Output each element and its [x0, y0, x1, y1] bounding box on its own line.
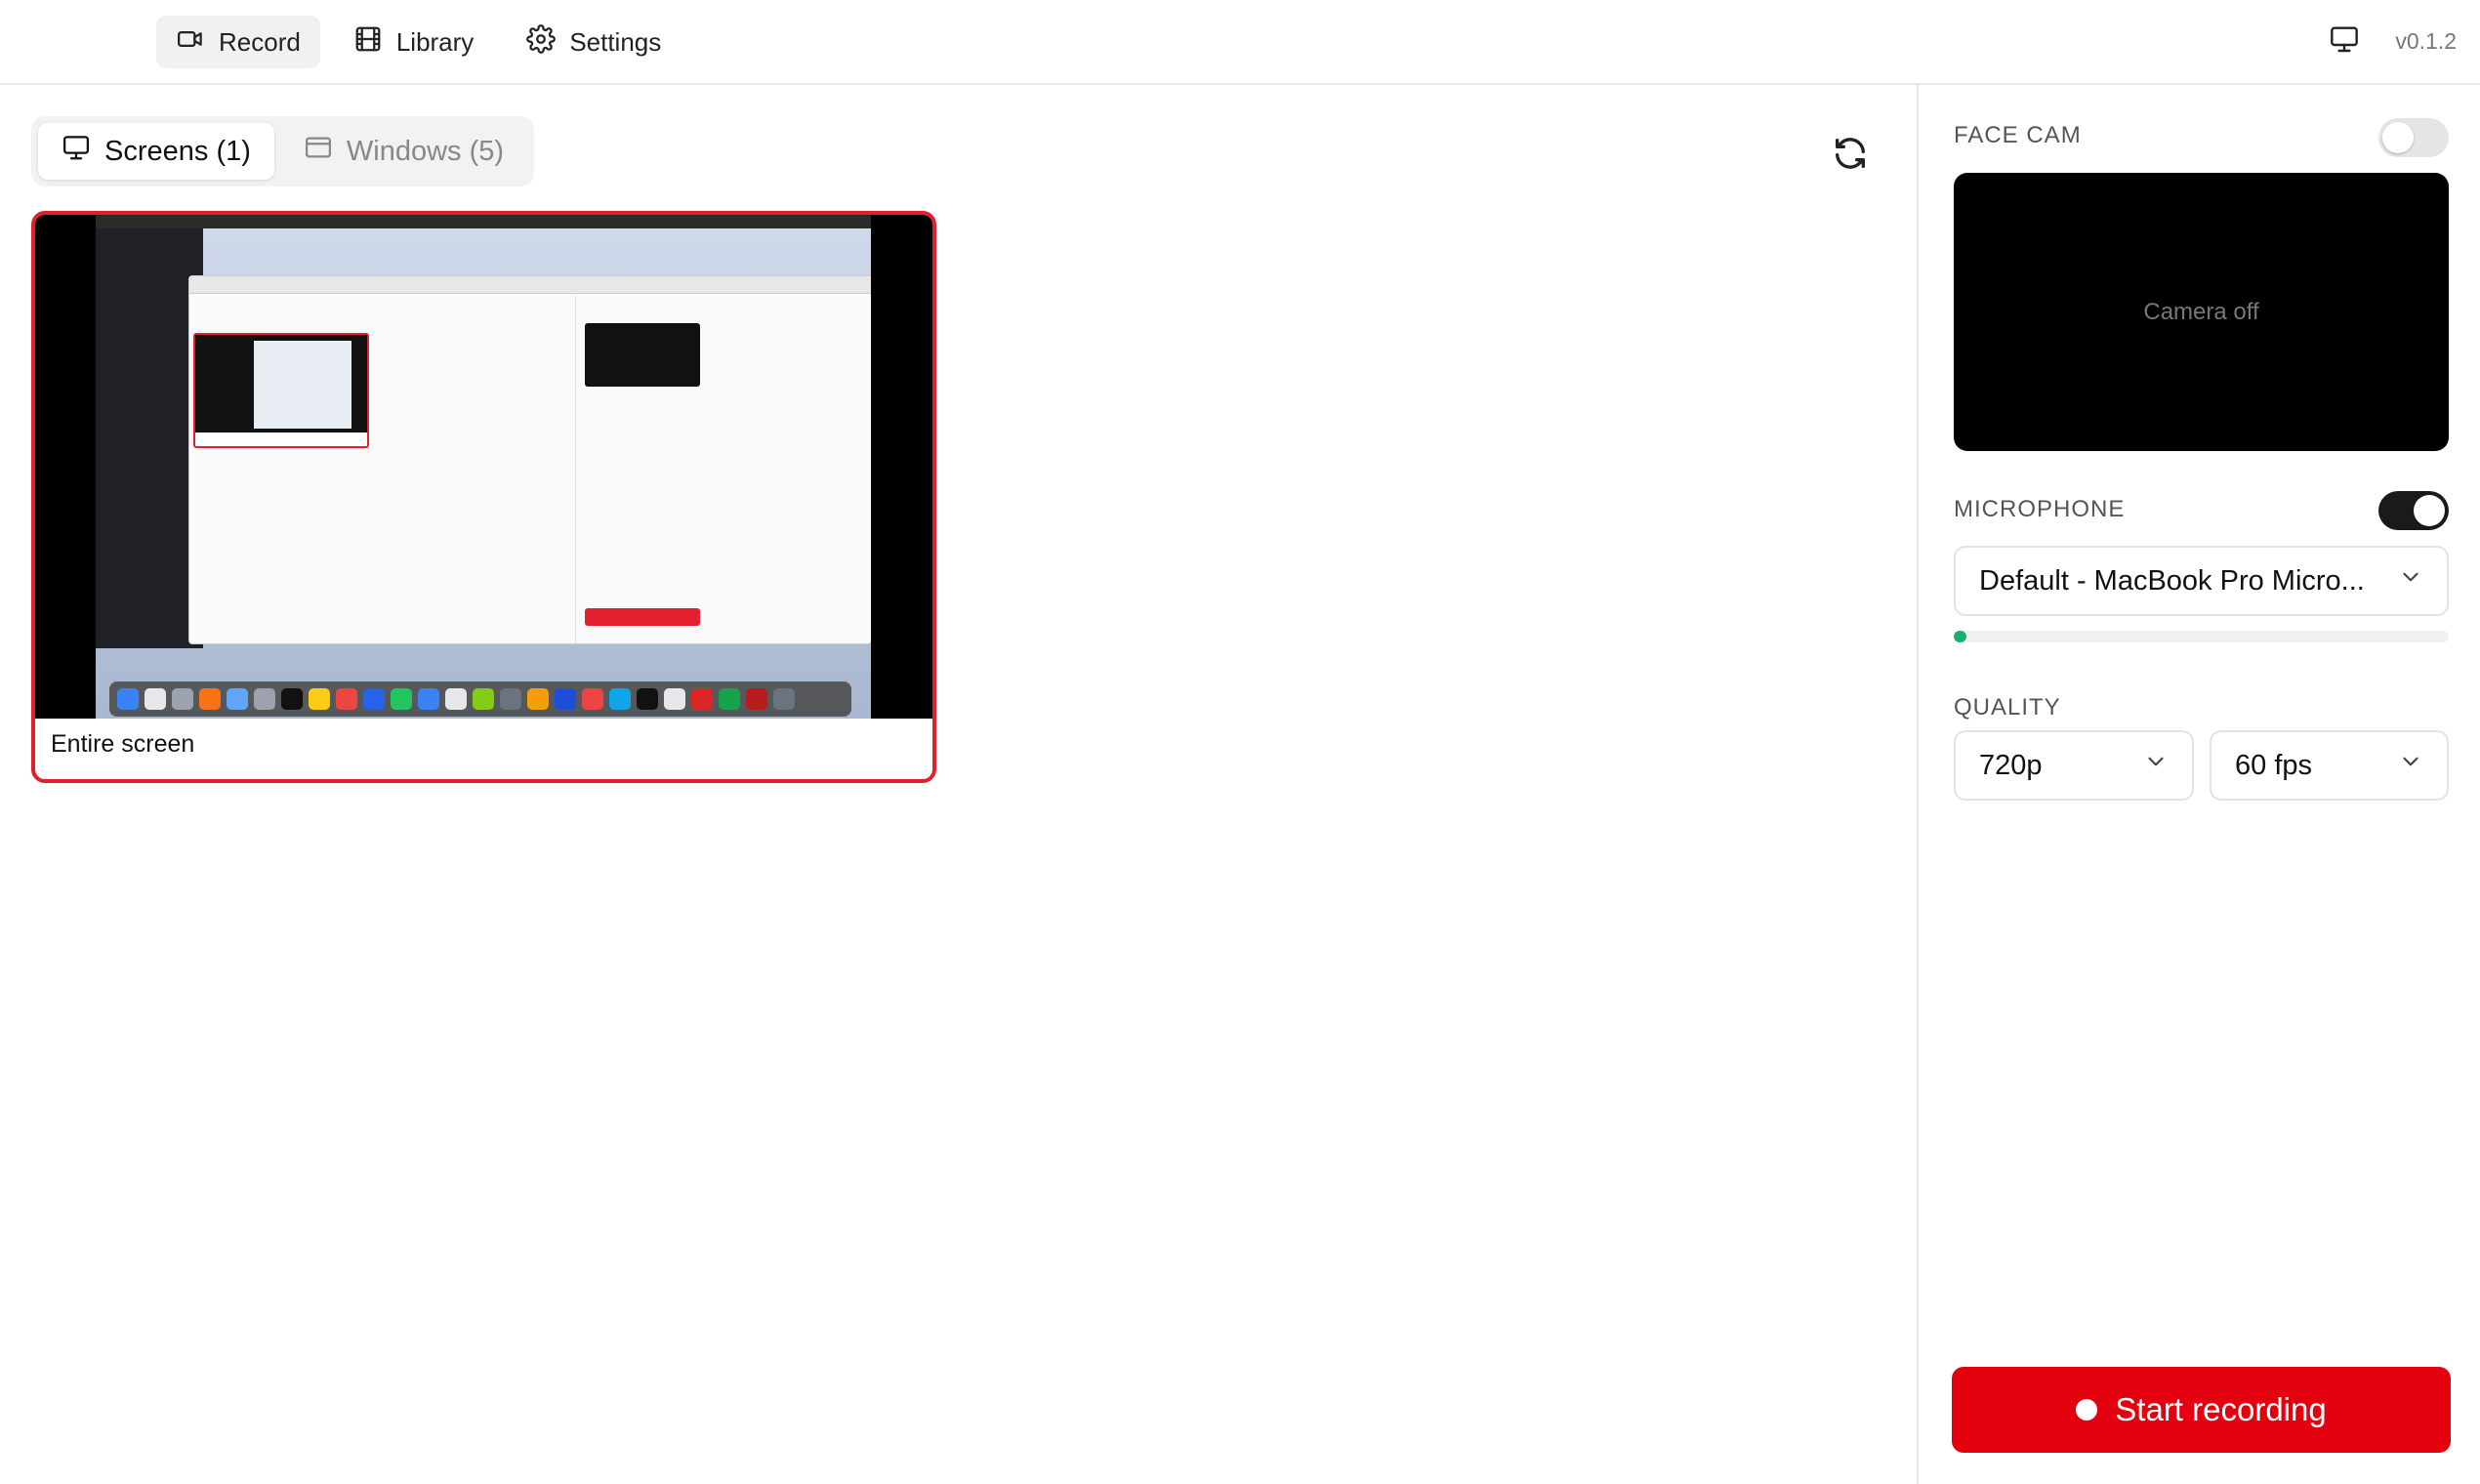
nav-library-label: Library: [395, 26, 475, 57]
window-icon: [304, 133, 333, 170]
monitor-icon: [62, 133, 91, 170]
fps-select-value: 60 fps: [2235, 749, 2312, 781]
settings-sidebar: FACE CAM Camera off MICROPHONE Default -…: [1917, 85, 2480, 1484]
nav-library[interactable]: Library: [334, 16, 493, 68]
version-label: v0.1.2: [2395, 28, 2457, 54]
camera-off-text: Camera off: [2143, 298, 2259, 325]
refresh-button[interactable]: [1831, 134, 1870, 173]
microphone-select[interactable]: Default - MacBook Pro Micro...: [1954, 546, 2449, 616]
microphone-toggle[interactable]: [2378, 491, 2449, 530]
camera-preview: Camera off: [1954, 173, 2449, 451]
record-dot-icon: [2076, 1399, 2098, 1421]
chevron-down-icon: [2143, 749, 2169, 782]
top-right-area: v0.1.2: [2329, 23, 2457, 60]
main-content: Screens (1) Windows (5) Entire screen: [0, 85, 1917, 1484]
start-recording-button[interactable]: Start recording: [1952, 1367, 2451, 1453]
gear-icon: [526, 23, 557, 61]
top-bar: Record Library Settings v0.1.2: [0, 0, 2480, 85]
refresh-icon: [1831, 138, 1870, 177]
tab-windows-label: Windows (5): [346, 135, 505, 167]
source-card-entire-screen[interactable]: Entire screen: [31, 211, 936, 783]
monitor-icon[interactable]: [2329, 23, 2360, 60]
resolution-select-value: 720p: [1979, 749, 2043, 781]
video-camera-icon: [176, 24, 205, 61]
screen-thumbnail: [35, 215, 932, 719]
dock: [109, 681, 851, 717]
main-nav: Record Library Settings: [156, 16, 681, 68]
microphone-level-fill: [1954, 631, 1966, 642]
desktop-preview: [96, 215, 871, 719]
nav-settings-label: Settings: [569, 26, 662, 57]
microphone-label: MICROPHONE: [1954, 496, 2126, 522]
chevron-down-icon: [2398, 564, 2423, 598]
tab-screens-label: Screens (1): [104, 135, 251, 167]
microphone-level-meter: [1954, 631, 2449, 642]
face-cam-label: FACE CAM: [1954, 122, 2082, 148]
chevron-down-icon: [2398, 749, 2423, 782]
microphone-select-value: Default - MacBook Pro Micro...: [1979, 564, 2365, 597]
fps-select[interactable]: 60 fps: [2210, 730, 2449, 801]
film-icon: [353, 24, 383, 61]
nav-record[interactable]: Record: [156, 16, 320, 68]
quality-label: QUALITY: [1954, 694, 2061, 721]
resolution-select[interactable]: 720p: [1954, 730, 2194, 801]
nav-settings[interactable]: Settings: [507, 16, 681, 68]
source-tabs: Screens (1) Windows (5): [31, 116, 535, 186]
nav-record-label: Record: [219, 26, 301, 57]
face-cam-toggle[interactable]: [2378, 118, 2449, 157]
source-card-label: Entire screen: [51, 730, 195, 758]
tab-screens[interactable]: Screens (1): [38, 123, 274, 180]
start-recording-label: Start recording: [2115, 1391, 2327, 1427]
tab-windows[interactable]: Windows (5): [280, 123, 527, 180]
